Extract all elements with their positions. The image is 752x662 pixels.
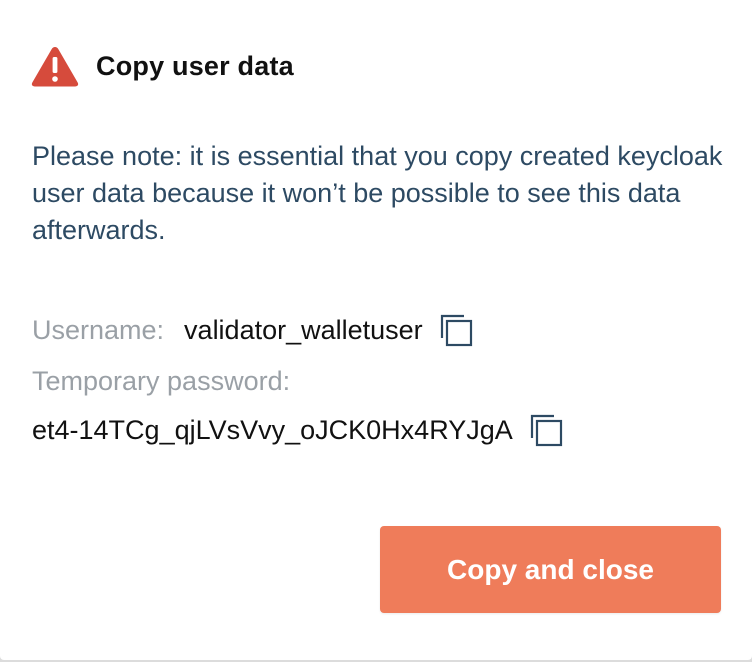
- warning-triangle-icon: [30, 44, 80, 88]
- temp-password-value: et4-14TCg_qjLVsVvy_oJCK0Hx4RYJgA: [32, 414, 513, 445]
- username-row: Username: validator_walletuser: [32, 308, 475, 352]
- copy-password-button[interactable]: [527, 411, 565, 449]
- copy-and-close-button[interactable]: Copy and close: [380, 526, 721, 613]
- copy-icon: [530, 414, 562, 447]
- username-label: Username:: [32, 314, 165, 345]
- copy-user-data-dialog: Copy user data Please note: it is essent…: [0, 0, 752, 660]
- dialog-title: Copy user data: [96, 50, 294, 81]
- copy-username-button[interactable]: [437, 311, 475, 349]
- username-value: validator_walletuser: [184, 314, 423, 345]
- temp-password-label-row: Temporary password:: [32, 362, 290, 400]
- dialog-header: Copy user data: [30, 44, 294, 88]
- temp-password-row: et4-14TCg_qjLVsVvy_oJCK0Hx4RYJgA: [32, 406, 565, 454]
- warning-note: Please note: it is essential that you co…: [32, 141, 723, 245]
- temp-password-label: Temporary password:: [32, 365, 291, 396]
- copy-icon: [440, 314, 472, 347]
